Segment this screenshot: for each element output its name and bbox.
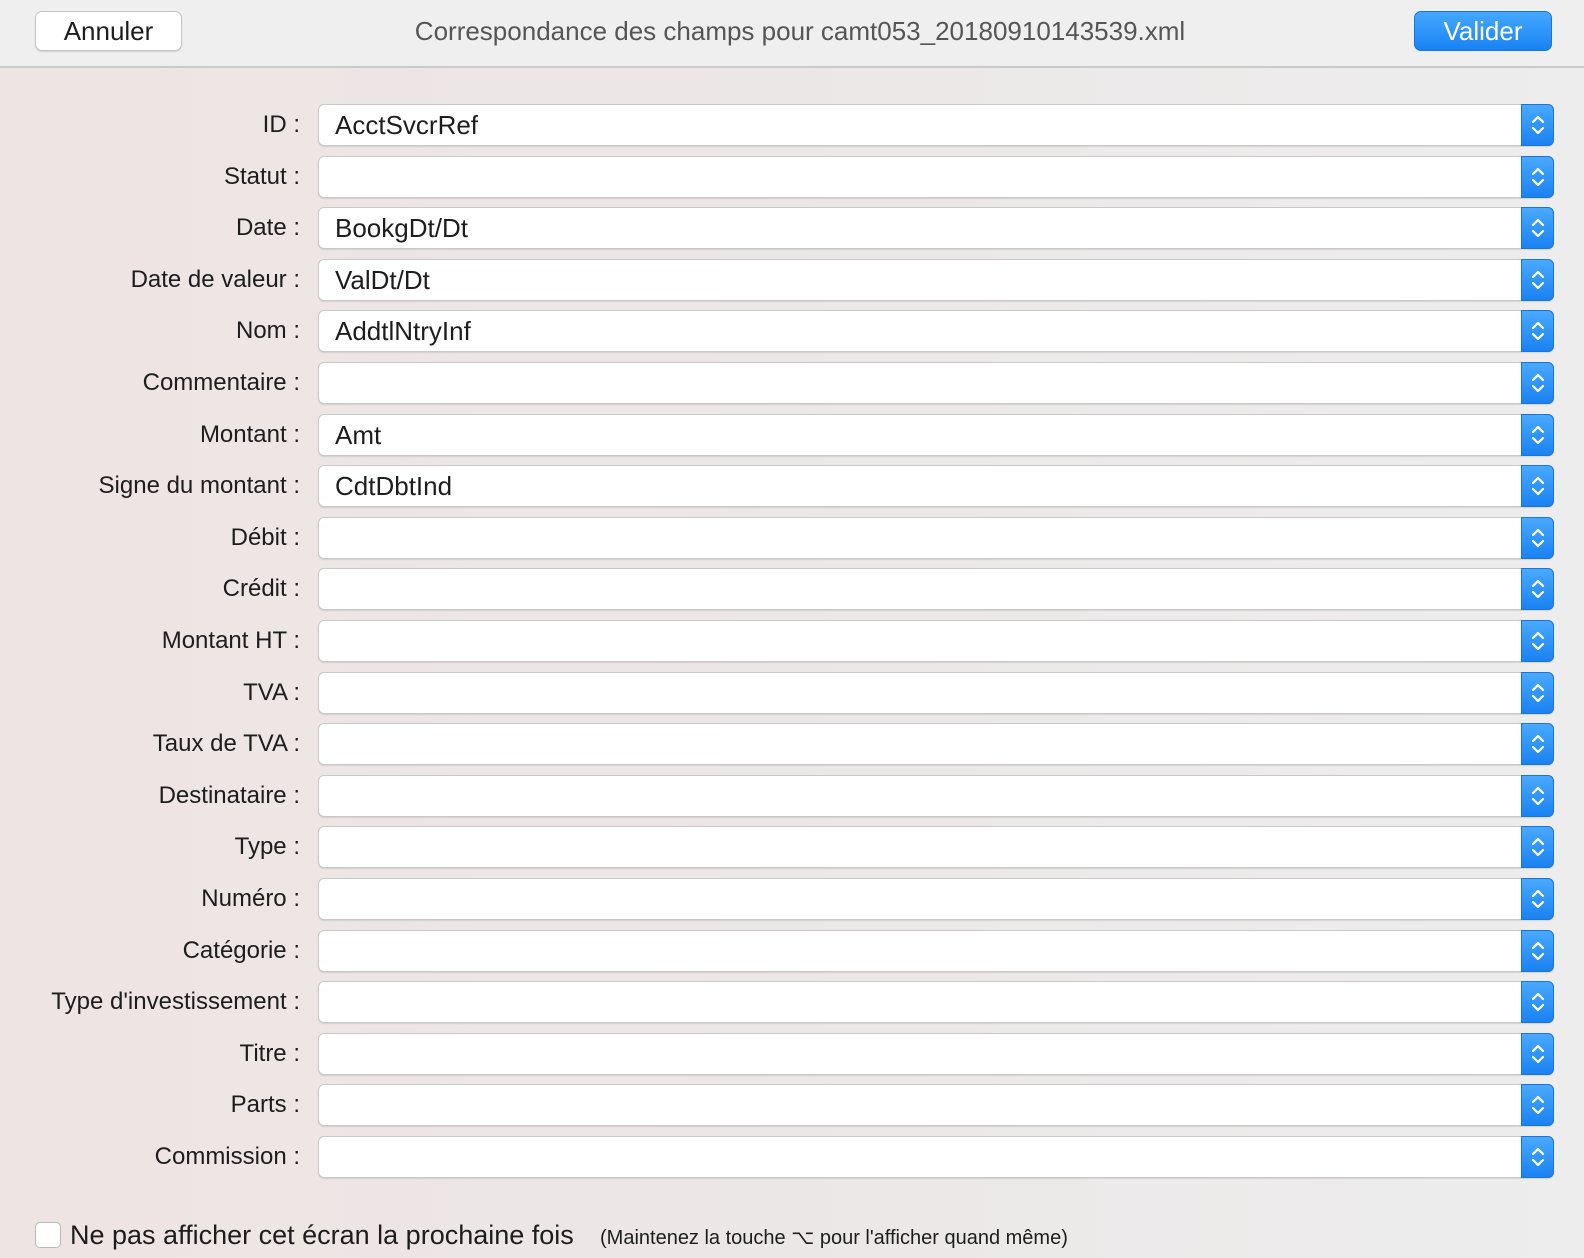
- field-popup-value: AcctSvcrRef: [335, 110, 479, 140]
- chevron-up-down-icon: [1521, 310, 1554, 352]
- field-popup-value: BookgDt/Dt: [335, 213, 468, 243]
- chevron-up-down-icon: [1521, 1033, 1554, 1075]
- field-row: Date : BookgDt/Dt: [0, 207, 1584, 249]
- field-label: Montant :: [199, 421, 300, 448]
- field-row: Catégorie :: [0, 930, 1584, 972]
- chevron-up-down-icon: [1521, 156, 1554, 198]
- chevron-up-down-icon: [1521, 207, 1554, 249]
- field-row: Crédit :: [0, 568, 1584, 610]
- field-popup-button[interactable]: ValDt/Dt: [318, 259, 1554, 301]
- chevron-up-down-icon: [1521, 517, 1554, 559]
- chevron-up-down-icon: [1521, 826, 1554, 868]
- field-label: Date de valeur :: [130, 266, 300, 293]
- field-row: Signe du montant : CdtDbtInd: [0, 465, 1584, 507]
- field-label: Type d'investissement :: [51, 988, 300, 1015]
- field-label: Statut :: [223, 163, 300, 190]
- field-label: Montant HT :: [161, 627, 300, 654]
- chevron-up-down-icon: [1521, 1084, 1554, 1126]
- cancel-button[interactable]: Annuler: [35, 11, 182, 51]
- field-popup-value: ValDt/Dt: [335, 265, 430, 295]
- field-row: Destinataire :: [0, 775, 1584, 817]
- field-row: Montant : Amt: [0, 414, 1584, 456]
- field-popup-button[interactable]: [318, 775, 1554, 817]
- field-label: Titre :: [239, 1040, 300, 1067]
- field-label: ID :: [262, 111, 300, 138]
- field-label: Catégorie :: [182, 937, 300, 964]
- field-label: Signe du montant :: [98, 472, 300, 499]
- field-row: Statut :: [0, 156, 1584, 198]
- dont-show-again-checkbox[interactable]: [35, 1222, 61, 1248]
- field-label: TVA :: [243, 679, 300, 706]
- field-label: Parts :: [230, 1091, 300, 1118]
- field-popup-button[interactable]: [318, 878, 1554, 920]
- field-popup-button[interactable]: [318, 620, 1554, 662]
- field-label: Date :: [235, 214, 300, 241]
- field-row: Date de valeur : ValDt/Dt: [0, 259, 1584, 301]
- field-label: Numéro :: [201, 885, 300, 912]
- field-label: Commission :: [154, 1143, 300, 1170]
- field-popup-button[interactable]: CdtDbtInd: [318, 465, 1554, 507]
- chevron-up-down-icon: [1521, 981, 1554, 1023]
- field-row: Nom : AddtlNtryInf: [0, 310, 1584, 352]
- dont-show-again-label[interactable]: Ne pas afficher cet écran la prochaine f…: [70, 1220, 574, 1250]
- field-row: Titre :: [0, 1033, 1584, 1075]
- field-row: Taux de TVA :: [0, 723, 1584, 765]
- toolbar: Annuler Correspondance des champs pour c…: [0, 0, 1584, 68]
- chevron-up-down-icon: [1521, 414, 1554, 456]
- field-popup-button[interactable]: [318, 723, 1554, 765]
- footer: Ne pas afficher cet écran la prochaine f…: [0, 1220, 1584, 1254]
- chevron-up-down-icon: [1521, 104, 1554, 146]
- chevron-up-down-icon: [1521, 1136, 1554, 1178]
- field-row: Débit :: [0, 517, 1584, 559]
- field-popup-button[interactable]: [318, 672, 1554, 714]
- field-row: Type :: [0, 826, 1584, 868]
- field-label: Débit :: [230, 524, 300, 551]
- chevron-up-down-icon: [1521, 878, 1554, 920]
- chevron-up-down-icon: [1521, 775, 1554, 817]
- field-popup-button[interactable]: AddtlNtryInf: [318, 310, 1554, 352]
- field-label: Crédit :: [222, 575, 300, 602]
- field-popup-value: AddtlNtryInf: [335, 316, 471, 346]
- field-popup-button[interactable]: [318, 1136, 1554, 1178]
- field-popup-value: CdtDbtInd: [335, 471, 453, 501]
- field-popup-button[interactable]: [318, 362, 1554, 404]
- field-popup-button[interactable]: [318, 1033, 1554, 1075]
- field-popup-button[interactable]: [318, 826, 1554, 868]
- field-row: Commission :: [0, 1136, 1584, 1178]
- field-label: Nom :: [235, 317, 300, 344]
- field-popup-button[interactable]: [318, 568, 1554, 610]
- field-popup-button[interactable]: [318, 930, 1554, 972]
- chevron-up-down-icon: [1521, 620, 1554, 662]
- chevron-up-down-icon: [1521, 259, 1554, 301]
- field-label: Destinataire :: [158, 782, 300, 809]
- field-popup-value: Amt: [335, 420, 382, 450]
- field-popup-button[interactable]: AcctSvcrRef: [318, 104, 1554, 146]
- chevron-up-down-icon: [1521, 930, 1554, 972]
- option-key-hint: (Maintenez la touche ⌥ pour l'afficher q…: [600, 1227, 1068, 1249]
- field-popup-button[interactable]: [318, 981, 1554, 1023]
- field-label: Type :: [234, 833, 300, 860]
- chevron-up-down-icon: [1521, 465, 1554, 507]
- field-popup-button[interactable]: BookgDt/Dt: [318, 207, 1554, 249]
- field-row: Montant HT :: [0, 620, 1584, 662]
- field-popup-button[interactable]: Amt: [318, 414, 1554, 456]
- chevron-up-down-icon: [1521, 672, 1554, 714]
- field-popup-button[interactable]: [318, 517, 1554, 559]
- chevron-up-down-icon: [1521, 723, 1554, 765]
- field-row: Commentaire :: [0, 362, 1584, 404]
- chevron-up-down-icon: [1521, 568, 1554, 610]
- field-row: ID : AcctSvcrRef: [0, 104, 1584, 146]
- confirm-button[interactable]: Valider: [1414, 11, 1552, 51]
- field-row: Numéro :: [0, 878, 1584, 920]
- chevron-up-down-icon: [1521, 362, 1554, 404]
- field-row: Type d'investissement :: [0, 981, 1584, 1023]
- field-row: Parts :: [0, 1084, 1584, 1126]
- field-mapping-sheet: Annuler Correspondance des champs pour c…: [0, 0, 1584, 1258]
- field-label: Taux de TVA :: [152, 730, 300, 757]
- field-popup-button[interactable]: [318, 156, 1554, 198]
- field-row: TVA :: [0, 672, 1584, 714]
- sheet-title: Correspondance des champs pour camt053_2…: [414, 16, 1186, 46]
- field-popup-button[interactable]: [318, 1084, 1554, 1126]
- field-label: Commentaire :: [142, 369, 300, 396]
